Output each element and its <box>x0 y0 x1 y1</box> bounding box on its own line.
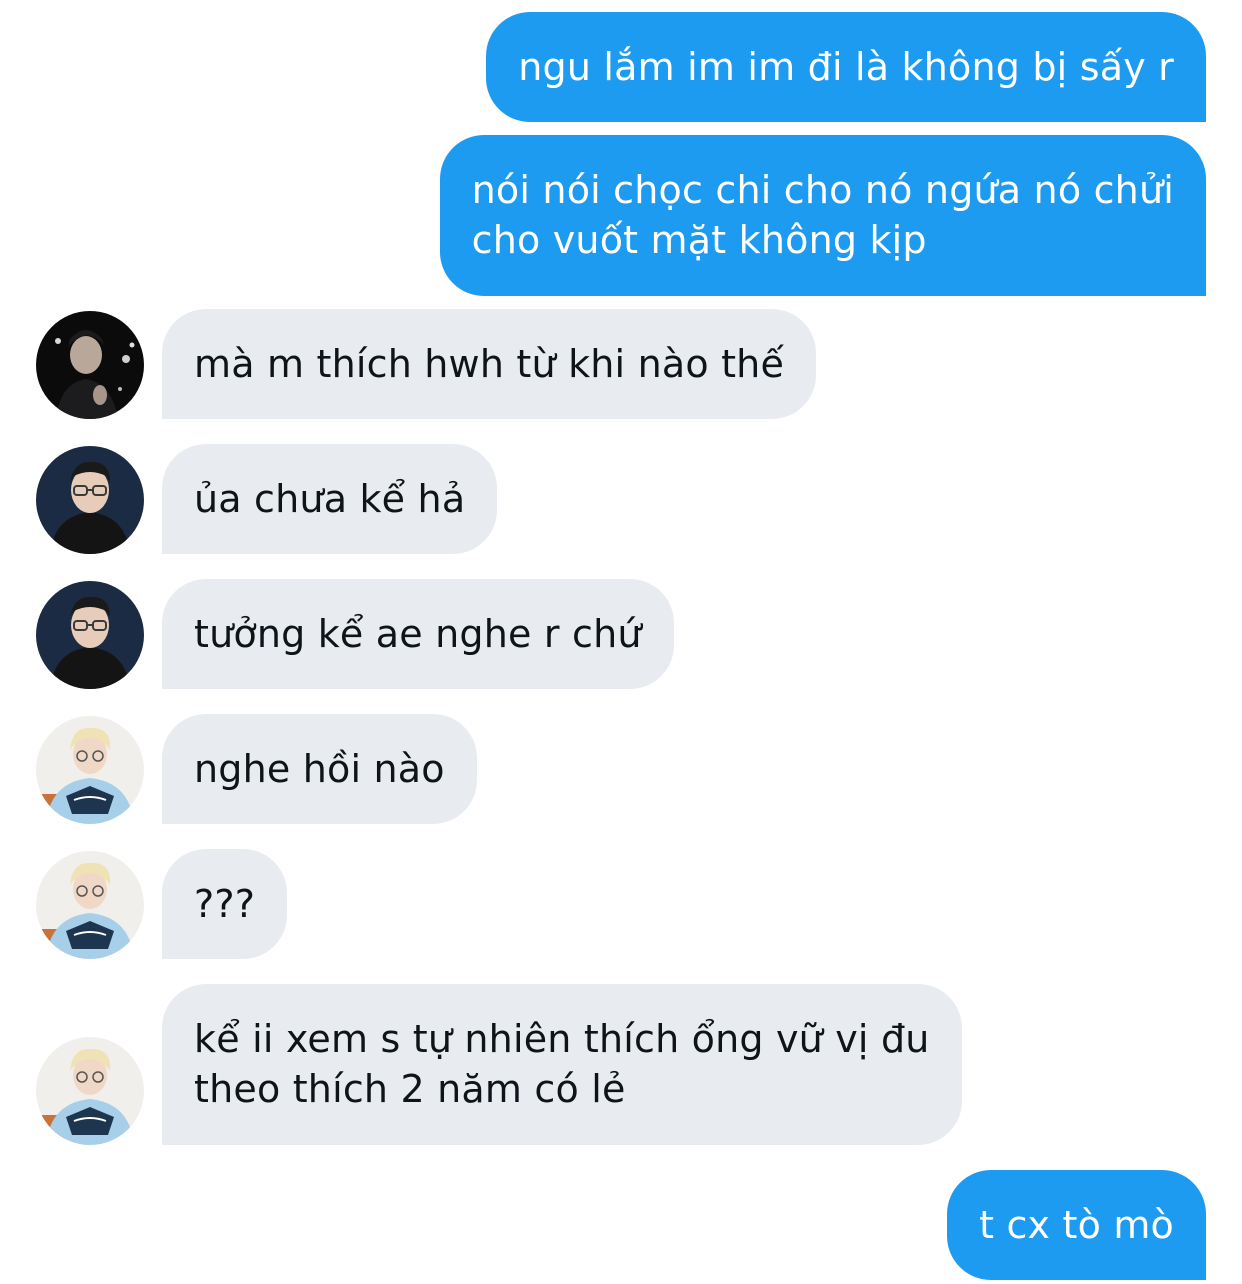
incoming-message[interactable]: mà m thích hwh từ khi nào thế <box>162 309 817 419</box>
avatar-blonde-jersey-icon <box>36 716 144 824</box>
outgoing-message[interactable]: t cx tò mò <box>947 1170 1206 1280</box>
outgoing-message[interactable]: ngu lắm im im đi là không bị sấy r <box>486 12 1206 122</box>
avatar-dark-photo-icon <box>36 311 144 419</box>
incoming-message[interactable]: ủa chưa kể hả <box>162 444 498 554</box>
avatar-glasses-hoodie-icon <box>36 446 144 554</box>
avatar-blonde-jersey-icon <box>36 1037 144 1145</box>
message-text: mà m thích hwh từ khi nào thế <box>194 342 785 386</box>
message-text-line: kể ii xem s tự nhiên thích ổng vữ vị đu <box>194 1017 930 1061</box>
message-text: ??? <box>194 882 256 926</box>
incoming-message[interactable]: tưởng kể ae nghe r chứ <box>162 579 674 689</box>
message-text: ủa chưa kể hả <box>194 477 466 521</box>
incoming-message[interactable]: kể ii xem s tự nhiên thích ổng vữ vị đu … <box>162 984 962 1145</box>
incoming-message[interactable]: nghe hồi nào <box>162 714 477 824</box>
avatar-glasses-hoodie-icon <box>36 581 144 689</box>
message-text-line: nói nói chọc chi cho nó ngứa nó chửi <box>471 168 1174 212</box>
avatar-blonde-jersey-icon <box>36 851 144 959</box>
message-text: nghe hồi nào <box>194 747 445 791</box>
message-text-line: theo thích 2 năm có lẻ <box>194 1067 626 1111</box>
incoming-message[interactable]: ??? <box>162 849 288 959</box>
avatar[interactable] <box>36 581 144 689</box>
avatar[interactable] <box>36 311 144 419</box>
message-text-line: cho vuốt mặt không kịp <box>471 218 927 262</box>
message-text: tưởng kể ae nghe r chứ <box>194 612 642 656</box>
avatar[interactable] <box>36 446 144 554</box>
outgoing-message[interactable]: nói nói chọc chi cho nó ngứa nó chửi cho… <box>439 135 1206 296</box>
avatar[interactable] <box>36 851 144 959</box>
message-text: t cx tò mò <box>979 1203 1174 1247</box>
message-text: ngu lắm im im đi là không bị sấy r <box>518 45 1174 89</box>
avatar[interactable] <box>36 716 144 824</box>
avatar[interactable] <box>36 1037 144 1145</box>
